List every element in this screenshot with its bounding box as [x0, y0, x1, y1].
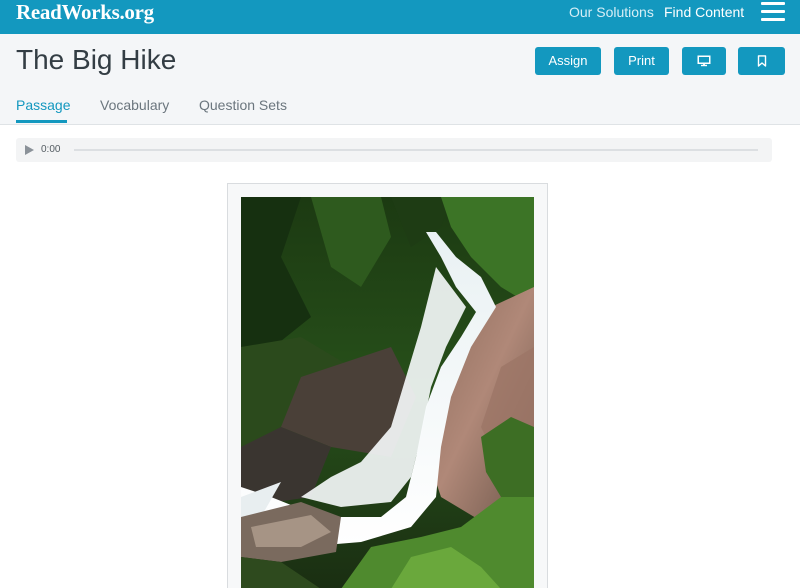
- audio-progress-track[interactable]: [74, 149, 758, 151]
- bookmark-button[interactable]: [738, 47, 785, 75]
- audio-time: 0:00: [41, 144, 61, 155]
- tab-question-sets[interactable]: Question Sets: [199, 97, 287, 113]
- present-button[interactable]: [682, 47, 726, 75]
- active-tab-indicator: [16, 120, 67, 123]
- play-icon[interactable]: [25, 145, 34, 155]
- bookmark-icon: [757, 55, 766, 67]
- tab-passage[interactable]: Passage: [16, 97, 70, 113]
- top-navigation-bar: ReadWorks.org Our Solutions Find Content: [0, 0, 800, 34]
- nav-find-content-link[interactable]: Find Content: [664, 4, 744, 20]
- passage-image-frame: [227, 183, 548, 588]
- assign-button[interactable]: Assign: [535, 47, 601, 75]
- nav-our-solutions-link[interactable]: Our Solutions: [569, 4, 654, 20]
- page-title: The Big Hike: [16, 44, 177, 75]
- hamburger-menu-icon[interactable]: [761, 2, 785, 22]
- waterfall-photo: [241, 197, 534, 588]
- print-button[interactable]: Print: [614, 47, 669, 75]
- audio-player: 0:00: [16, 138, 772, 162]
- monitor-icon: [697, 55, 711, 67]
- readworks-logo[interactable]: ReadWorks.org: [16, 0, 154, 24]
- tab-vocabulary[interactable]: Vocabulary: [100, 97, 169, 113]
- passage-header: The Big Hike Assign Print Passage Vocabu…: [0, 34, 800, 125]
